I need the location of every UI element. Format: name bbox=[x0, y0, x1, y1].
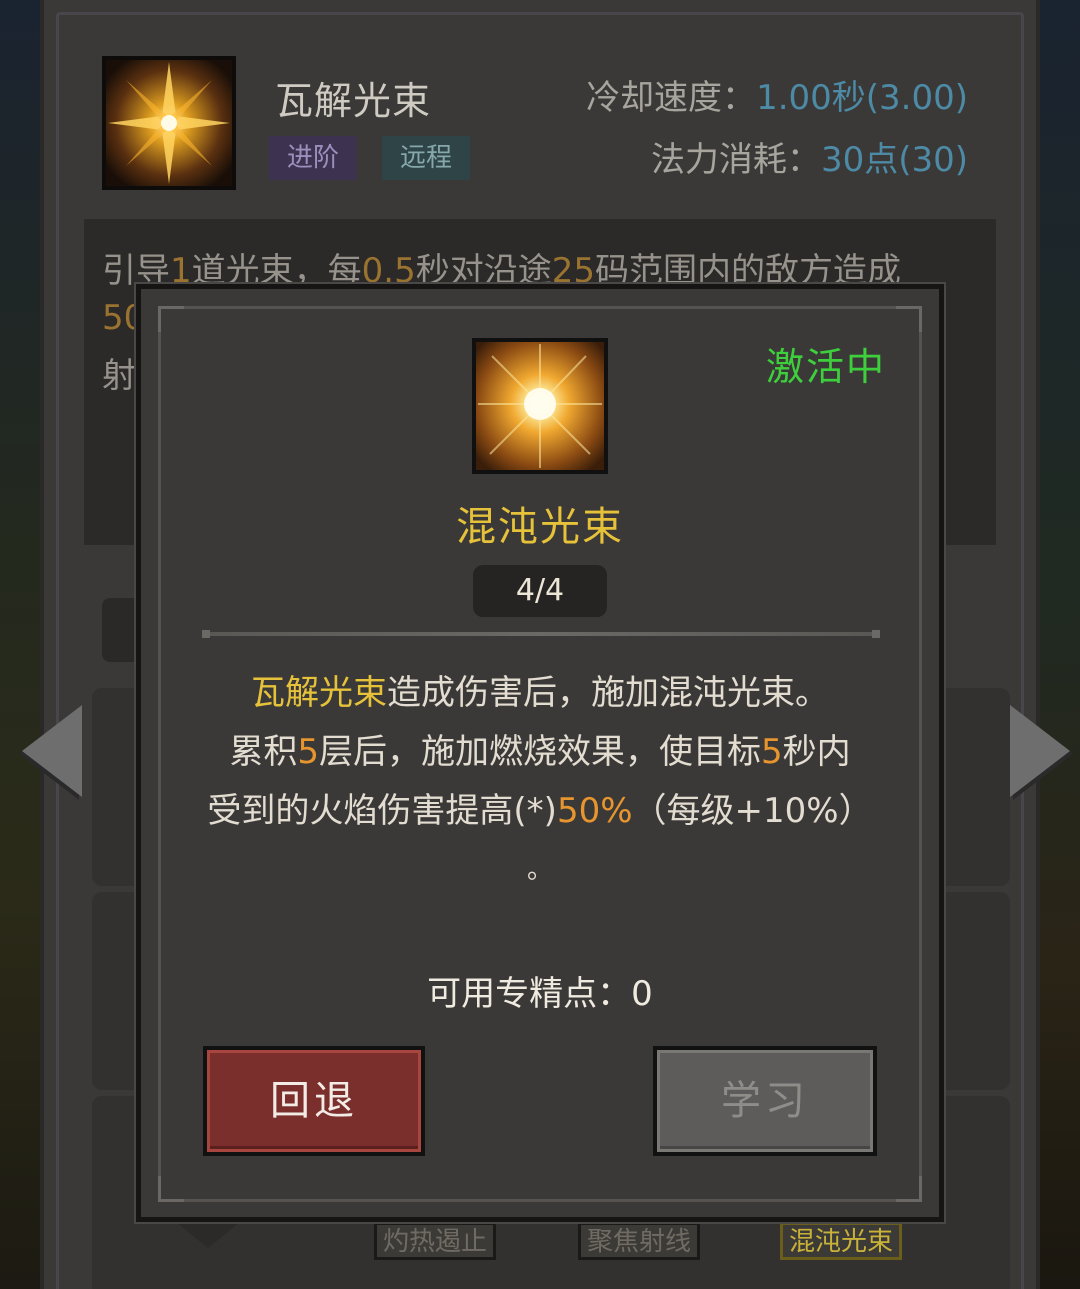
desc-value: 5 bbox=[297, 732, 319, 772]
talent-option-searing[interactable]: 灼热遏止 bbox=[374, 1222, 497, 1260]
frame-corner bbox=[158, 306, 184, 332]
background-right bbox=[1038, 0, 1080, 1289]
cooldown-stat: 冷却速度：1.00秒(3.00) bbox=[586, 70, 968, 119]
starburst-skill-icon bbox=[102, 56, 236, 190]
desc-text: 累积 bbox=[229, 732, 298, 772]
desc-text: 层后，施加燃烧效果，使目标 bbox=[319, 732, 761, 772]
frame-corner bbox=[896, 306, 922, 332]
frame-corner bbox=[158, 1176, 184, 1202]
mana-base: (30) bbox=[898, 140, 968, 180]
back-button[interactable]: 回退 bbox=[203, 1046, 425, 1156]
mana-stat: 法力消耗：30点(30) bbox=[651, 132, 968, 181]
tag-ranged: 远程 bbox=[382, 136, 471, 180]
background-left bbox=[0, 0, 42, 1289]
mana-label: 法力消耗： bbox=[650, 140, 821, 180]
talent-rank: 4/4 bbox=[473, 565, 607, 617]
points-label: 可用专精点： bbox=[427, 974, 632, 1014]
mana-value: 30点 bbox=[820, 140, 899, 180]
talent-name: 混沌光束 bbox=[456, 504, 624, 550]
desc-text: （每级+10%） bbox=[632, 791, 873, 831]
tag-advanced: 进阶 bbox=[269, 136, 358, 180]
talent-desc-line3: 受到的火焰伤害提高(*)50%（每级+10%） bbox=[0, 782, 1080, 841]
desc-value: 5 bbox=[761, 732, 783, 772]
divider bbox=[202, 630, 880, 638]
desc-text: 造成伤害后，施加混沌光束。 bbox=[387, 673, 829, 713]
active-status-label: 激活中 bbox=[766, 345, 887, 389]
skill-reference: 瓦解光束 bbox=[251, 673, 387, 713]
skill-description-line3: 射 bbox=[102, 356, 136, 396]
skill-name: 瓦解光束 bbox=[275, 79, 432, 123]
available-points: 可用专精点：0 bbox=[0, 966, 1080, 1015]
talent-description: 瓦解光束造成伤害后，施加混沌光束。 累积5层后，施加燃烧效果，使目标5秒内 受到… bbox=[0, 664, 1080, 900]
desc-text: 秒内 bbox=[782, 732, 851, 772]
frame-corner bbox=[896, 1176, 922, 1202]
cooldown-value: 1.00秒 bbox=[756, 78, 866, 118]
cooldown-base: (3.00) bbox=[865, 78, 968, 118]
talent-desc-line4: 。 bbox=[526, 855, 553, 885]
learn-button[interactable]: 学习 bbox=[653, 1046, 877, 1156]
talent-desc-line2: 累积5层后，施加燃烧效果，使目标5秒内 bbox=[0, 723, 1080, 782]
desc-text: 受到的火焰伤害提高(*) bbox=[207, 791, 557, 831]
radiant-sun-talent-icon bbox=[472, 338, 608, 474]
points-value: 0 bbox=[631, 974, 653, 1014]
desc-value: 50% bbox=[556, 791, 633, 831]
talent-desc-line1: 瓦解光束造成伤害后，施加混沌光束。 bbox=[0, 664, 1080, 723]
cooldown-label: 冷却速度： bbox=[586, 78, 757, 118]
chevron-down-icon[interactable] bbox=[176, 1222, 240, 1248]
talent-option-focused-ray[interactable]: 聚焦射线 bbox=[578, 1222, 701, 1260]
talent-option-chaos-beam[interactable]: 混沌光束 bbox=[780, 1222, 903, 1260]
